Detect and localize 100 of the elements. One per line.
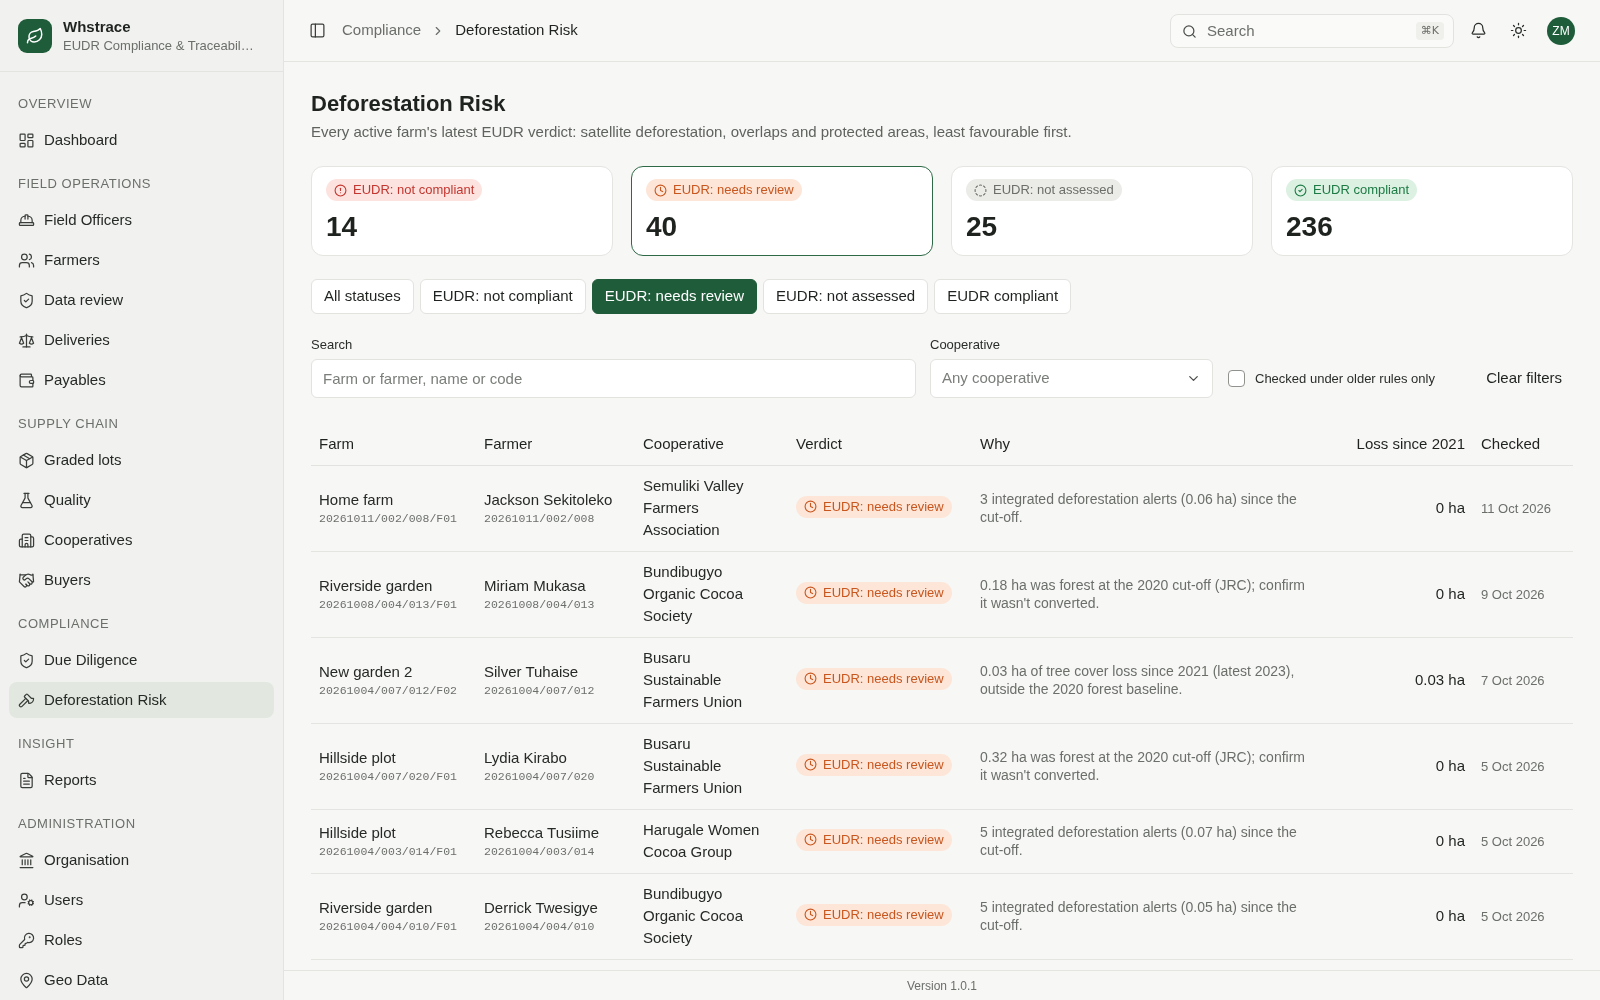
stat-count: 14	[326, 209, 358, 244]
handshake-icon	[18, 571, 35, 589]
stat-count: 25	[966, 209, 998, 244]
farm-code: 20261004/007/012/F02	[319, 682, 459, 699]
farm-name: Home farm	[319, 489, 395, 510]
stat-card[interactable]: EUDR: needs review 40	[631, 166, 933, 256]
loss-value: 0 ha	[1435, 585, 1465, 602]
stat-card[interactable]: EUDR: not compliant 14	[311, 166, 613, 256]
nav-item[interactable]: Payables	[9, 362, 274, 398]
flask-icon	[18, 491, 35, 509]
stat-card[interactable]: EUDR: not assessed 25	[951, 166, 1253, 256]
stat-count: 236	[1286, 209, 1333, 244]
clock-icon	[804, 758, 817, 772]
filter-chip[interactable]: EUDR: needs review	[591, 279, 757, 314]
filter-chip[interactable]: EUDR: not assessed	[763, 279, 929, 314]
nav-item[interactable]: Roles	[9, 922, 274, 958]
checked-date: 5 Oct 2026	[1481, 909, 1545, 924]
checked-date: 7 Oct 2026	[1481, 673, 1545, 688]
stat-count: 40	[646, 209, 678, 244]
reason-text: 5 integrated deforestation alerts (0.07 ha) since the cut-off.	[980, 823, 1298, 859]
checked-date: 5 Oct 2026	[1481, 759, 1545, 774]
nav-item[interactable]: Quality	[9, 482, 274, 518]
user-avatar[interactable]: ZM	[1547, 16, 1575, 45]
column-header: Verdict	[796, 435, 842, 453]
farm-code: 20261011/002/008/F01	[319, 510, 459, 527]
document-icon	[18, 771, 35, 789]
nav-item[interactable]: Users	[9, 882, 274, 918]
nav-item[interactable]: Geo Data	[9, 962, 274, 998]
checkbox[interactable]	[1228, 370, 1245, 387]
nav-item[interactable]: Dashboard	[9, 122, 274, 158]
bank-icon	[18, 851, 35, 869]
page-subtitle: Every active farm's latest EUDR verdict: satellite deforestation, overlaps and protected areas, least favourable first.	[311, 122, 1073, 142]
map-pin-icon	[18, 971, 35, 989]
check-circle-icon	[1294, 183, 1307, 197]
shield-check-icon	[18, 291, 35, 309]
nav-item[interactable]: Farmers	[9, 242, 274, 278]
farmer-code: 20261004/003/014	[484, 843, 596, 860]
cooperative-name: Bundibugyo Organic Cocoa Society	[643, 884, 745, 948]
column-header: Cooperative	[643, 435, 724, 453]
checkbox-label[interactable]: Checked under older rules only	[1255, 368, 1435, 389]
field-label: Search	[311, 336, 354, 354]
status-text: EUDR: not compliant	[353, 181, 475, 200]
filter-chip[interactable]: EUDR compliant	[934, 279, 1072, 314]
column-header: Farmer	[484, 435, 533, 453]
search-input[interactable]: Farm or farmer, name or code	[311, 359, 916, 398]
people-icon	[18, 251, 35, 269]
nav-item[interactable]: Data review	[9, 282, 274, 318]
axe-icon	[18, 691, 35, 709]
breadcrumb-link[interactable]: Compliance	[342, 19, 422, 42]
status-text: EUDR: needs review	[823, 756, 944, 774]
clock-icon	[654, 183, 667, 197]
shield-check-icon	[18, 651, 35, 669]
nav-item[interactable]: Field Officers	[9, 202, 274, 238]
nav-item[interactable]: Organisation	[9, 842, 274, 878]
nav-item[interactable]: Buyers	[9, 562, 274, 598]
status-text: EUDR: needs review	[673, 181, 794, 200]
loss-value: 0 ha	[1435, 757, 1465, 774]
farmer-code: 20261004/004/010	[484, 918, 596, 935]
reason-text: 3 integrated deforestation alerts (0.06 ha) since the cut-off.	[980, 490, 1298, 526]
farm-code: 20261004/007/020/F01	[319, 768, 459, 785]
status-text: EUDR: needs review	[823, 498, 944, 516]
farm-code: 20261004/003/014/F01	[319, 843, 459, 860]
user-gear-icon	[18, 891, 35, 909]
column-header: Farm	[319, 435, 354, 453]
nav-item[interactable]: Reports	[9, 762, 274, 798]
box-icon	[18, 451, 35, 469]
sun-icon[interactable]	[1510, 22, 1527, 39]
clock-icon	[804, 586, 817, 600]
loss-value: 0.03 ha	[1414, 671, 1465, 688]
brand-subtitle: EUDR Compliance & Traceabil…	[63, 36, 254, 55]
nav-item[interactable]: Due Diligence	[9, 642, 274, 678]
filter-chip[interactable]: EUDR: not compliant	[419, 279, 586, 314]
farm-code: 20261008/004/013/F01	[319, 596, 459, 613]
nav-item[interactable]: Graded lots	[9, 442, 274, 478]
reason-text: 0.18 ha was forest at the 2020 cut-off (JRC); confirm it wasn't converted.	[980, 576, 1306, 612]
building-icon	[18, 531, 35, 549]
section-label: ADMINISTRATION	[17, 815, 137, 833]
notification-bell-icon[interactable]	[1470, 22, 1487, 39]
cooperative-select[interactable]: Any cooperative	[930, 359, 1213, 398]
cooperative-name: Busaru Sustainable Farmers Union	[643, 648, 744, 712]
status-text: EUDR: not assessed	[993, 181, 1114, 200]
filter-chip[interactable]: All statuses	[311, 279, 414, 314]
sidebar-toggle-icon[interactable]	[309, 22, 326, 39]
section-label: INSIGHT	[17, 735, 76, 753]
search-icon	[1182, 23, 1197, 39]
farmer-code: 20261004/007/012	[484, 682, 596, 699]
nav-item[interactable]: Deliveries	[9, 322, 274, 358]
clear-filters-link[interactable]: Clear filters	[1475, 359, 1573, 398]
wallet-icon	[18, 371, 35, 389]
farmer-name: Rebecca Tusiime	[484, 822, 601, 843]
nav-item[interactable]: Deforestation Risk	[9, 682, 274, 718]
brand-name: Whstrace	[63, 16, 132, 37]
section-label: COMPLIANCE	[17, 615, 111, 633]
nav-item[interactable]: Cooperatives	[9, 522, 274, 558]
farmer-code: 20261008/004/013	[484, 596, 596, 613]
farm-name: New garden 2	[319, 661, 414, 682]
farmer-code: 20261011/002/008	[484, 510, 596, 527]
column-header: Why	[980, 435, 1010, 453]
stat-card[interactable]: EUDR compliant 236	[1271, 166, 1573, 256]
scales-icon	[18, 331, 35, 349]
